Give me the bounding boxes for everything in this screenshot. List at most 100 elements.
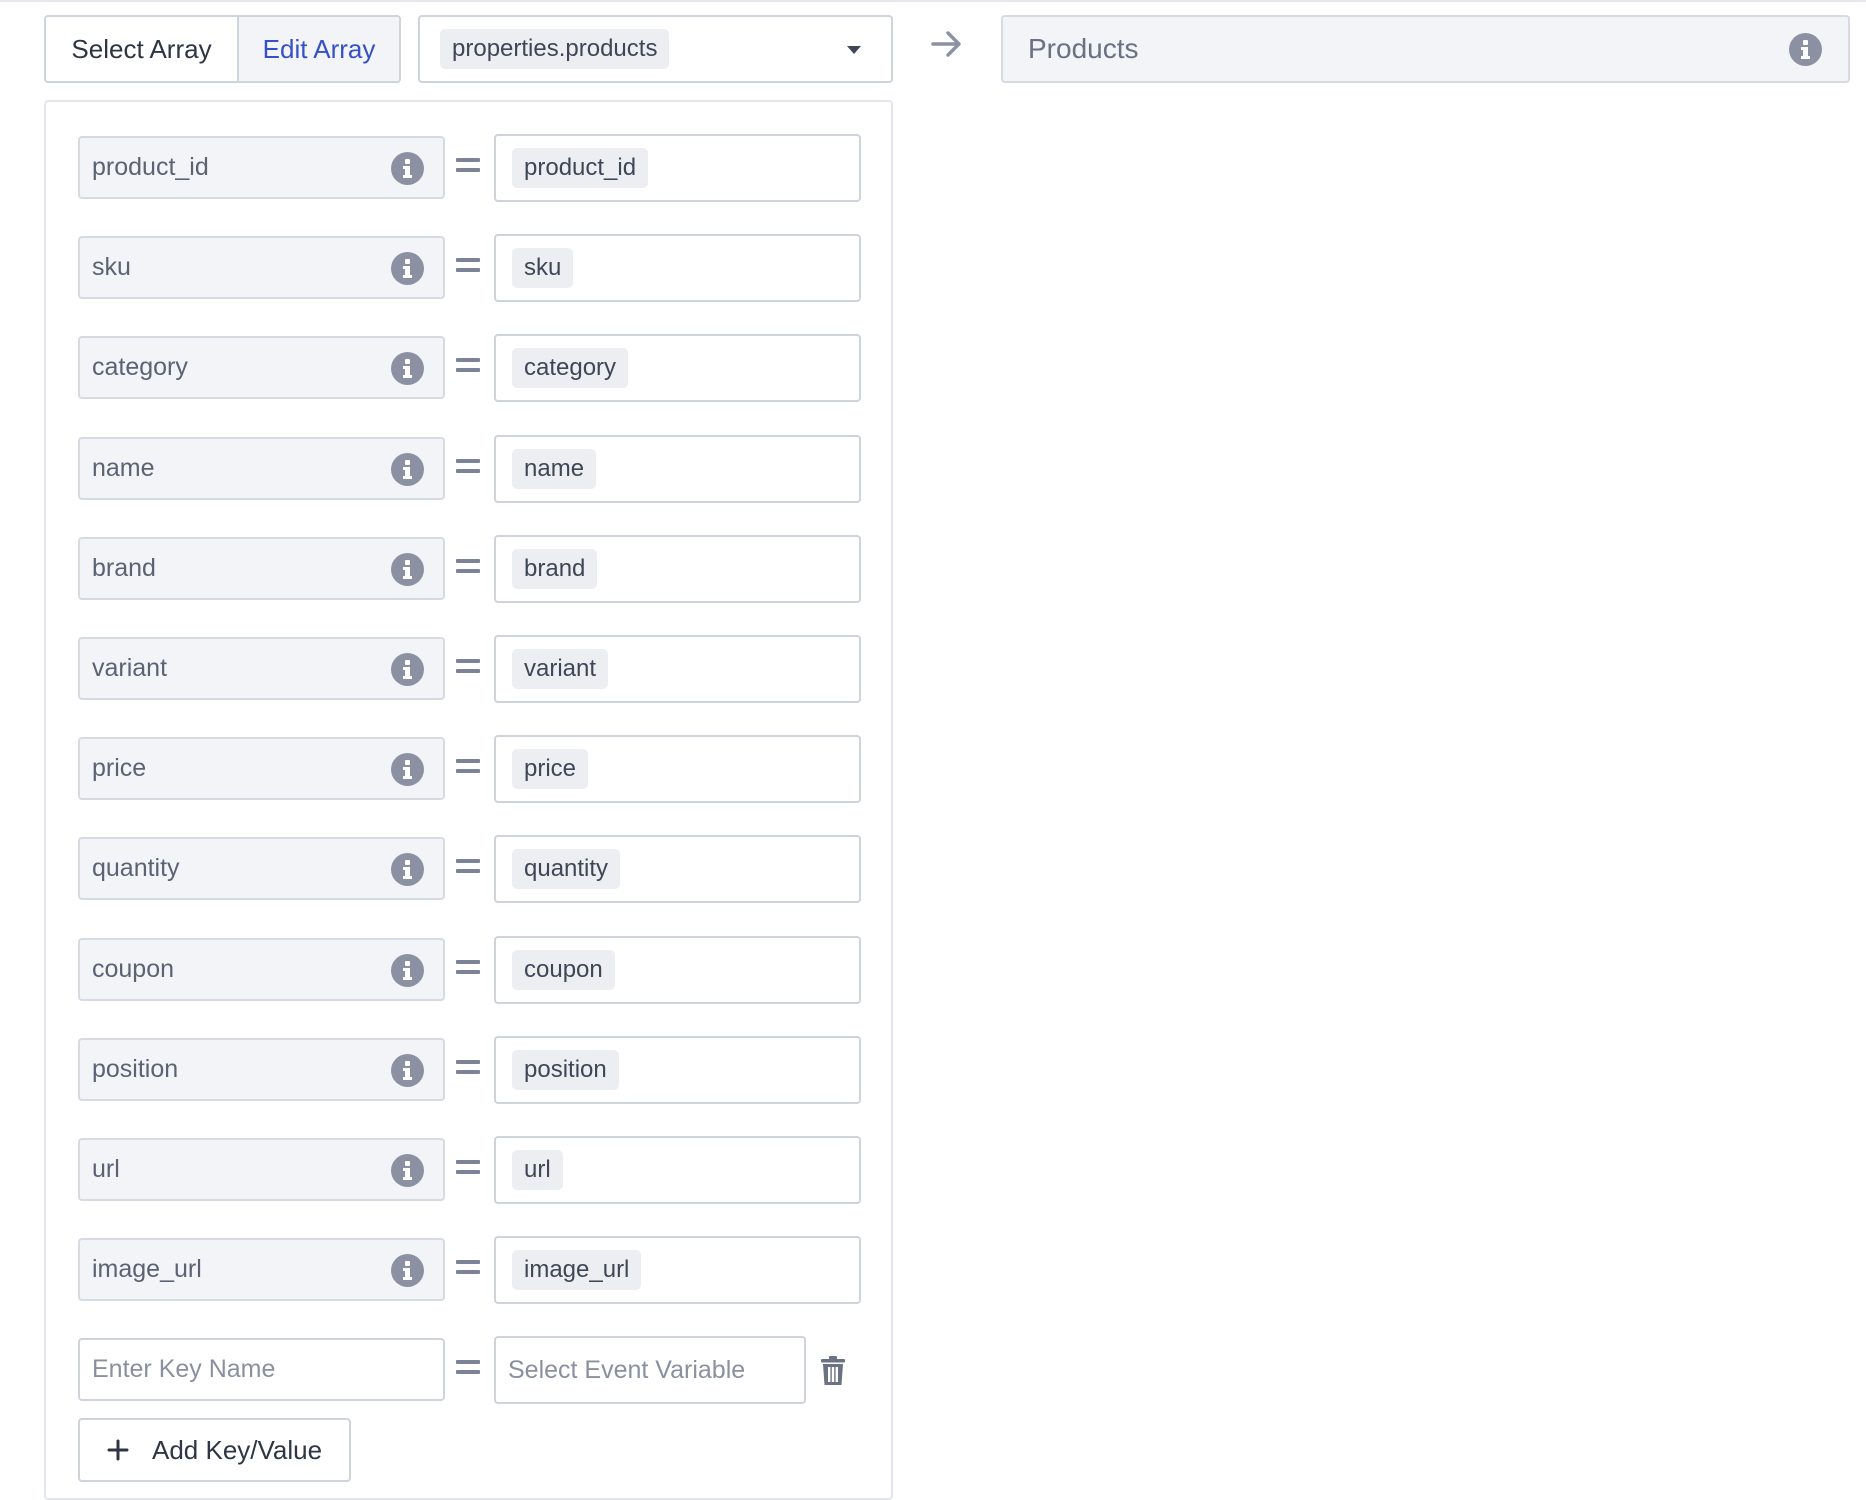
equals-icon [456, 358, 480, 374]
equals-icon [456, 1260, 480, 1276]
info-icon[interactable] [391, 1154, 424, 1187]
mapping-key-label: coupon [92, 955, 175, 983]
mapping-key-label: category [92, 353, 188, 381]
mapping-key-field: sku [78, 236, 445, 299]
mapping-key-label: image_url [92, 1255, 202, 1283]
mapping-key-label: price [92, 754, 147, 782]
mapping-key-label: brand [92, 554, 156, 582]
mapping-value-tag: brand [512, 549, 598, 589]
mapping-value-tag: price [512, 749, 589, 789]
mapping-value-tag: image_url [512, 1250, 642, 1290]
plus-icon [107, 1439, 129, 1461]
select-array-button[interactable]: Select Array [46, 17, 237, 81]
info-icon[interactable] [391, 152, 424, 185]
info-icon[interactable] [391, 252, 424, 285]
mapping-key-field: position [78, 1038, 445, 1101]
mapping-value-select[interactable]: position [494, 1036, 861, 1104]
mapping-row: price price [78, 735, 906, 803]
mapping-value-select[interactable]: url [494, 1136, 861, 1204]
equals-icon [456, 559, 480, 575]
trash-icon[interactable] [820, 1356, 846, 1386]
mapping-row: sku sku [78, 234, 906, 302]
equals-icon [456, 158, 480, 174]
target-array-value: Products [1028, 33, 1139, 64]
equals-icon [456, 960, 480, 976]
equals-icon [456, 1060, 480, 1076]
mapping-key-field: price [78, 737, 445, 800]
mapping-row: category category [78, 334, 906, 402]
mapping-row: url url [78, 1136, 906, 1204]
equals-icon [456, 1360, 480, 1376]
mapping-value-tag: product_id [512, 148, 649, 188]
mapping-key-label: name [92, 454, 155, 482]
mapping-value-tag: position [512, 1050, 619, 1090]
new-mapping-row [78, 1336, 906, 1404]
equals-icon [456, 759, 480, 775]
mapping-row: quantity quantity [78, 835, 906, 903]
add-key-value-label: Add Key/Value [152, 1434, 323, 1465]
mapping-row: image_url image_url [78, 1236, 906, 1304]
info-icon[interactable] [391, 453, 424, 486]
mapping-key-field: coupon [78, 938, 445, 1001]
key-name-input[interactable] [78, 1338, 445, 1401]
mapping-value-tag: quantity [512, 849, 621, 889]
info-icon[interactable] [391, 1254, 424, 1287]
mapping-value-select[interactable]: image_url [494, 1236, 861, 1304]
top-divider [0, 0, 1866, 2]
mapping-value-select[interactable]: coupon [494, 936, 861, 1004]
mapping-value-tag: category [512, 348, 629, 388]
equals-icon [456, 459, 480, 475]
event-variable-select[interactable] [494, 1336, 806, 1404]
mapping-value-tag: variant [512, 649, 609, 689]
info-icon[interactable] [391, 954, 424, 987]
mapping-key-label: url [92, 1155, 120, 1183]
mapping-value-select[interactable]: sku [494, 234, 861, 302]
mapping-key-field: product_id [78, 136, 445, 199]
mapping-key-label: position [92, 1055, 179, 1083]
mapping-row: coupon coupon [78, 936, 906, 1004]
mapping-key-label: variant [92, 654, 168, 682]
mapping-row: product_id product_id [78, 134, 906, 202]
info-icon[interactable] [1789, 33, 1822, 66]
mapping-key-field: brand [78, 537, 445, 600]
mapping-key-label: quantity [92, 854, 180, 882]
add-key-value-button[interactable]: Add Key/Value [78, 1418, 351, 1482]
mapping-key-field: category [78, 336, 445, 399]
mapping-value-select[interactable]: quantity [494, 835, 861, 903]
info-icon[interactable] [391, 753, 424, 786]
target-array-field: Products [1001, 15, 1850, 83]
chevron-down-icon[interactable] [847, 46, 861, 54]
mapping-value-select[interactable]: brand [494, 535, 861, 603]
mapping-value-tag: coupon [512, 950, 615, 990]
equals-icon [456, 659, 480, 675]
mapping-key-field: quantity [78, 837, 445, 900]
mapping-value-tag: name [512, 449, 597, 489]
mapping-key-field: url [78, 1138, 445, 1201]
mapping-value-select[interactable]: name [494, 435, 861, 503]
mapping-key-label: sku [92, 253, 131, 281]
info-icon[interactable] [391, 1054, 424, 1087]
mapping-row: position position [78, 1036, 906, 1104]
arrow-right-icon [931, 31, 961, 57]
array-mode-toggle: Select Array Edit Array [44, 15, 401, 83]
mapping-key-field: variant [78, 637, 445, 700]
equals-icon [456, 258, 480, 274]
mapping-key-field: image_url [78, 1238, 445, 1301]
info-icon[interactable] [391, 653, 424, 686]
mapping-row: name name [78, 435, 906, 503]
mapping-row: variant variant [78, 635, 906, 703]
edit-array-button[interactable]: Edit Array [237, 17, 399, 81]
array-path-select[interactable]: properties.products [418, 15, 893, 83]
mapping-value-select[interactable]: category [494, 334, 861, 402]
info-icon[interactable] [391, 553, 424, 586]
mapping-key-field: name [78, 437, 445, 500]
info-icon[interactable] [391, 853, 424, 886]
mapping-value-select[interactable]: variant [494, 635, 861, 703]
mapping-row: brand brand [78, 535, 906, 603]
mapping-value-select[interactable]: product_id [494, 134, 861, 202]
equals-icon [456, 859, 480, 875]
info-icon[interactable] [391, 352, 424, 385]
mapping-value-select[interactable]: price [494, 735, 861, 803]
mapping-value-tag: sku [512, 248, 574, 288]
equals-icon [456, 1160, 480, 1176]
